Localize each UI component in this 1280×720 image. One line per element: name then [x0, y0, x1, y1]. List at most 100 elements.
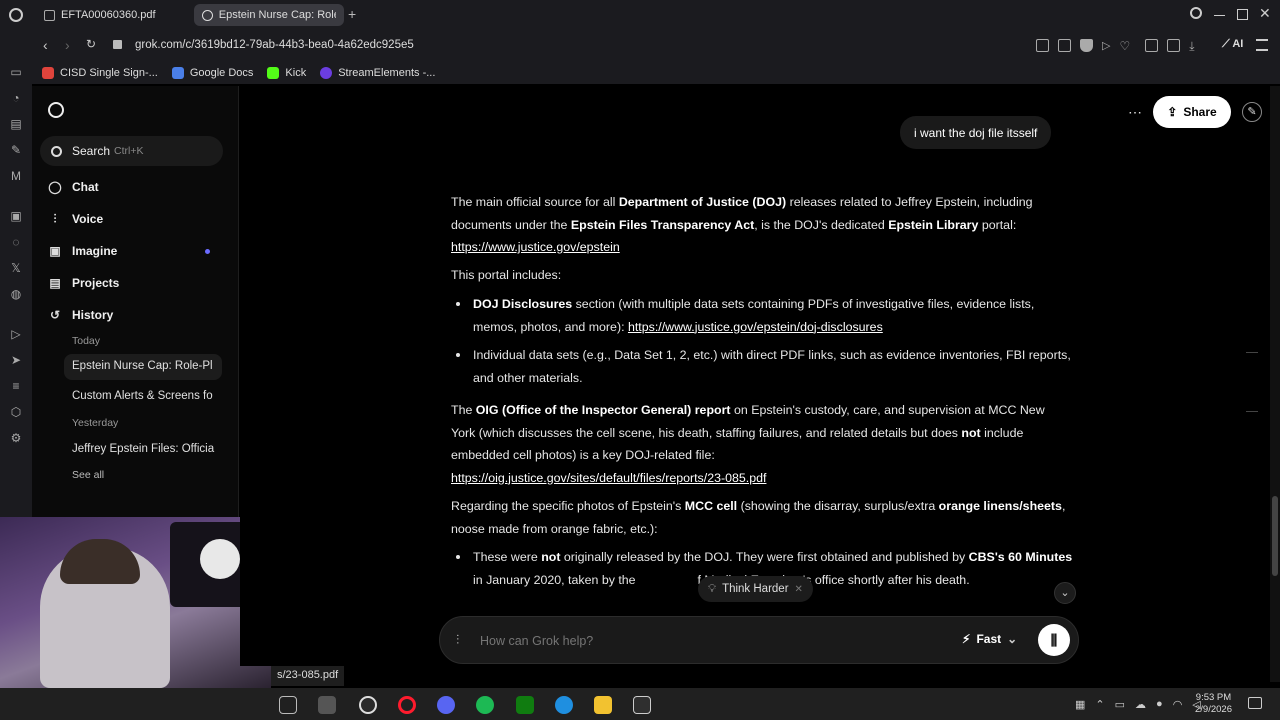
history-item[interactable]: Epstein Nurse Cap: Role-Pl: [72, 360, 215, 372]
opera-menu-icon[interactable]: [9, 8, 23, 22]
share-button[interactable]: ⇪ Share: [1153, 96, 1231, 128]
discord-icon[interactable]: ◍: [8, 286, 24, 302]
text: , is the DOJ's dedicated: [754, 217, 889, 232]
bookmark-google-docs[interactable]: Google Docs: [171, 67, 253, 79]
attach-icon[interactable]: ⫶: [456, 632, 459, 648]
extension-icons[interactable]: ▷ ♡ ⤓: [1036, 39, 1195, 54]
shield-icon[interactable]: [1080, 39, 1093, 52]
keyboard-icon[interactable]: ▦: [1075, 698, 1085, 711]
onedrive-icon[interactable]: ☁: [1135, 698, 1146, 711]
reload-icon[interactable]: ↻: [86, 37, 96, 51]
pin-icon[interactable]: [1036, 39, 1049, 52]
snapshot-icon[interactable]: [1058, 39, 1071, 52]
url-field[interactable]: grok.com/c/3619bd12-79ab-44b3-bea0-4a62e…: [135, 39, 414, 51]
extensions-side-icon[interactable]: ⬡: [8, 404, 24, 420]
mode-selector[interactable]: ⚡︎ Fast ⌄: [962, 632, 1017, 646]
epic-games-icon[interactable]: [633, 696, 651, 714]
monitor-icon[interactable]: ▭: [1115, 698, 1125, 711]
wifi-icon[interactable]: ◠: [1173, 698, 1183, 711]
close-window-icon[interactable]: ✕: [1259, 5, 1271, 22]
nav-projects[interactable]: ▤ Projects: [48, 276, 119, 290]
new-tab-icon[interactable]: +: [348, 6, 356, 22]
kick-icon: [267, 67, 280, 79]
bookmark-kick[interactable]: Kick: [267, 67, 306, 79]
tab-bar: EFTA00060360.pdf Epstein Nurse Cap: Role…: [0, 0, 1280, 30]
discord-taskbar-icon[interactable]: [437, 696, 455, 714]
prompt-input[interactable]: [480, 629, 920, 653]
person-hair: [60, 539, 140, 584]
nav-imagine[interactable]: ▣ Imagine: [48, 244, 117, 258]
extensions-icon[interactable]: [1145, 39, 1159, 52]
forward-icon[interactable]: ›: [65, 37, 70, 53]
aria-icon[interactable]: ◔: [8, 90, 24, 106]
messenger-icon[interactable]: ▭: [8, 64, 24, 80]
bookmark-label: CISD Single Sign-...: [60, 67, 158, 79]
mail-icon[interactable]: M: [8, 168, 24, 184]
task-view-icon[interactable]: [279, 696, 297, 714]
workspace-icon[interactable]: ▤: [8, 116, 24, 132]
history-item[interactable]: Jeffrey Epstein Files: Officia: [72, 443, 215, 455]
nav-label: Projects: [72, 276, 120, 290]
wallet-icon[interactable]: [1167, 39, 1181, 52]
twitch-icon[interactable]: ▣: [8, 208, 24, 224]
player-icon[interactable]: ▷: [8, 326, 24, 342]
send-icon[interactable]: ➤: [8, 352, 24, 368]
tab-grok[interactable]: Epstein Nurse Cap: Role-P: [194, 4, 344, 26]
microphone-icon[interactable]: ●: [1156, 698, 1163, 711]
list-icon[interactable]: ≡: [8, 378, 24, 394]
heart-icon[interactable]: ♡: [1119, 39, 1130, 54]
bold-text: Department of Justice (DOJ): [618, 195, 787, 209]
show-hidden-icon[interactable]: ⌃: [1095, 698, 1104, 711]
history-item[interactable]: Custom Alerts & Screens fo: [72, 390, 215, 402]
bookmark-cisd[interactable]: CISD Single Sign-...: [42, 67, 158, 79]
download-icon[interactable]: ⤓: [1189, 39, 1194, 54]
maximize-icon[interactable]: [1237, 9, 1248, 20]
scrollbar[interactable]: [1270, 86, 1280, 682]
oig-report-link[interactable]: https://oig.justice.gov/sites/default/fi…: [451, 471, 766, 485]
think-harder-chip[interactable]: 💡︎ Think Harder ✕: [698, 576, 813, 602]
grok-logo-icon[interactable]: [48, 102, 64, 118]
messenger-chat-icon[interactable]: ◌: [8, 234, 24, 250]
think-harder-label: Think Harder: [722, 583, 789, 595]
opera-icon[interactable]: [398, 696, 416, 714]
nav-voice[interactable]: ⫶ Voice: [48, 212, 103, 226]
clock[interactable]: 9:53 PM 2/9/2026: [1195, 692, 1232, 716]
close-chip-icon[interactable]: ✕: [795, 584, 803, 595]
tab-efta-pdf[interactable]: EFTA00060360.pdf: [36, 4, 191, 26]
nav-history[interactable]: ↺ History: [48, 308, 113, 322]
cisd-icon: [42, 67, 54, 79]
notes-icon[interactable]: ✎: [8, 142, 24, 158]
xbox-icon[interactable]: [516, 696, 534, 714]
x-icon[interactable]: 𝕏: [8, 260, 24, 276]
nav-chat[interactable]: ◯ Chat: [48, 180, 99, 194]
chat-icon: ◯: [48, 180, 62, 194]
nav-label: Chat: [72, 180, 99, 194]
notifications-icon[interactable]: [1248, 697, 1262, 709]
lock-icon: [113, 40, 122, 49]
epstein-library-link[interactable]: https://www.justice.gov/epstein: [451, 240, 620, 254]
text: in January 2020, taken by the: [473, 572, 640, 587]
obs-icon[interactable]: [359, 696, 377, 714]
tray-icons[interactable]: ▦ ⌃ ▭ ☁ ● ◠ ◁: [1075, 698, 1201, 711]
voice-mode-button[interactable]: ⫼: [1038, 624, 1070, 656]
menu-icon[interactable]: [1256, 39, 1268, 51]
search-tabs-icon[interactable]: [1190, 7, 1202, 19]
scrollbar-thumb[interactable]: [1272, 496, 1278, 576]
new-chat-icon[interactable]: ✎: [1242, 102, 1262, 122]
back-icon[interactable]: ‹: [43, 37, 48, 53]
scroll-down-button[interactable]: ⌄: [1054, 582, 1076, 604]
minimize-icon[interactable]: [1214, 15, 1225, 16]
search-box[interactable]: Search Ctrl+K: [40, 136, 223, 166]
play-icon[interactable]: ▷: [1102, 39, 1110, 54]
ai-button[interactable]: ⟋ AI: [1222, 38, 1243, 51]
spotify-icon[interactable]: [476, 696, 494, 714]
edge-icon[interactable]: [555, 696, 573, 714]
calculator-icon[interactable]: [318, 696, 336, 714]
see-all-link[interactable]: See all: [72, 469, 104, 481]
file-explorer-icon[interactable]: [594, 696, 612, 714]
lightning-icon: ⚡︎: [962, 632, 971, 646]
settings-icon[interactable]: ⚙: [8, 430, 24, 446]
more-options-icon[interactable]: ⋯: [1128, 104, 1142, 121]
bookmark-streamelements[interactable]: StreamElements -...: [320, 67, 435, 79]
doj-disclosures-link[interactable]: https://www.justice.gov/epstein/doj-disc…: [628, 320, 883, 334]
